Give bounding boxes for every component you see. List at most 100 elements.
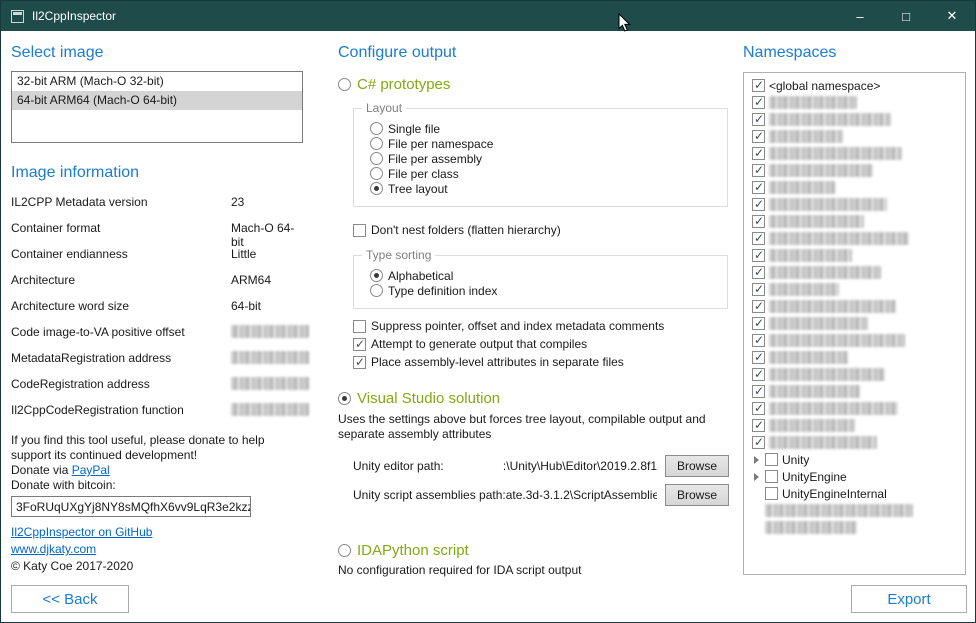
checkbox-option[interactable]: Suppress pointer, offset and index metad… <box>353 317 732 335</box>
info-row: IL2CPP Metadata version23 <box>11 195 303 221</box>
redacted-namespace-label <box>769 96 857 109</box>
browse-editor-button[interactable]: Browse <box>665 455 729 477</box>
csharp-prototypes-label: C# prototypes <box>357 75 450 94</box>
checkbox-icon <box>765 470 778 483</box>
checkbox-option-label: Attempt to generate output that compiles <box>371 337 587 351</box>
idapython-radio[interactable]: IDAPython script <box>338 541 732 560</box>
radio-option[interactable]: Alphabetical <box>370 268 721 283</box>
github-link[interactable]: Il2CppInspector on GitHub <box>11 525 152 539</box>
checkbox-icon <box>752 436 765 449</box>
checkbox-option[interactable]: Place assembly-level attributes in separ… <box>353 353 732 371</box>
paypal-link[interactable]: PayPal <box>72 463 110 477</box>
namespace-item[interactable] <box>744 281 965 298</box>
namespace-item[interactable] <box>744 196 965 213</box>
checkbox-icon <box>353 320 366 333</box>
checkbox-icon <box>752 249 765 262</box>
output-checkboxes: Suppress pointer, offset and index metad… <box>353 317 732 371</box>
checkbox-icon <box>752 266 765 279</box>
left-panel: Select image 32-bit ARM (Mach-O 32-bit)6… <box>11 31 303 622</box>
namespace-item[interactable] <box>744 230 965 247</box>
image-list-item[interactable]: 64-bit ARM64 (Mach-O 64-bit) <box>12 91 302 110</box>
visual-studio-radio[interactable]: Visual Studio solution <box>338 389 732 408</box>
namespace-item[interactable] <box>744 264 965 281</box>
website-link[interactable]: www.djkaty.com <box>11 542 96 556</box>
checkbox-icon <box>752 300 765 313</box>
redacted-namespace-label <box>769 300 896 313</box>
radio-option[interactable]: File per assembly <box>370 151 721 166</box>
donate-text: If you find this tool useful, please don… <box>11 433 301 463</box>
radio-option[interactable]: Tree layout <box>370 181 721 196</box>
checkbox-option[interactable]: Attempt to generate output that compiles <box>353 335 732 353</box>
redacted-namespace-label <box>769 147 902 160</box>
namespace-item[interactable] <box>744 179 965 196</box>
expander-icon[interactable] <box>752 470 761 483</box>
namespace-item[interactable] <box>744 366 965 383</box>
radio-option[interactable]: Type definition index <box>370 283 721 298</box>
checkbox-icon <box>752 232 765 245</box>
namespace-item[interactable] <box>744 349 965 366</box>
bitcoin-address-input[interactable]: 3FoRUqUXgYj8NY8sMQfhX6vv9LqR3e2kzz <box>11 496 251 517</box>
info-label: Code image-to-VA positive offset <box>11 325 231 339</box>
radio-icon <box>370 152 383 165</box>
type-sorting-group-label: Type sorting <box>362 248 435 262</box>
namespace-item[interactable]: Unity <box>744 451 965 468</box>
configure-output-heading: Configure output <box>338 43 732 63</box>
unity-editor-path-value[interactable]: :\Unity\Hub\Editor\2019.2.8f1 <box>444 459 657 473</box>
radio-option-label: Tree layout <box>388 182 448 196</box>
namespace-item[interactable] <box>744 162 965 179</box>
flatten-checkbox[interactable]: Don't nest folders (flatten hierarchy) <box>353 221 732 239</box>
namespace-item[interactable] <box>744 315 965 332</box>
info-value: 64-bit <box>231 299 261 313</box>
redacted-namespace-label <box>769 266 881 279</box>
csharp-prototypes-radio[interactable]: C# prototypes <box>338 75 732 94</box>
checkbox-icon <box>752 334 765 347</box>
titlebar[interactable]: Il2CppInspector – □ ✕ <box>1 1 975 31</box>
namespace-item[interactable] <box>744 128 965 145</box>
namespace-item[interactable] <box>744 213 965 230</box>
namespace-item[interactable] <box>744 332 965 349</box>
namespace-item[interactable]: UnityEngineInternal <box>744 485 965 502</box>
image-listbox[interactable]: 32-bit ARM (Mach-O 32-bit)64-bit ARM64 (… <box>11 71 303 143</box>
checkbox-icon <box>752 351 765 364</box>
namespace-item[interactable] <box>744 519 965 536</box>
namespace-item[interactable]: <global namespace> <box>744 77 965 94</box>
back-button[interactable]: << Back <box>11 585 129 613</box>
radio-icon <box>370 269 383 282</box>
image-information-heading: Image information <box>11 163 303 183</box>
info-label: MetadataRegistration address <box>11 351 231 365</box>
redacted-namespace-label <box>769 181 835 194</box>
app-icon <box>11 10 24 23</box>
maximize-button[interactable]: □ <box>883 1 929 31</box>
namespace-item[interactable]: UnityEngine <box>744 468 965 485</box>
namespace-item[interactable] <box>744 247 965 264</box>
namespace-item[interactable] <box>744 298 965 315</box>
namespace-item[interactable] <box>744 400 965 417</box>
radio-option[interactable]: File per class <box>370 166 721 181</box>
indent-spacer <box>752 527 761 528</box>
export-button[interactable]: Export <box>851 585 967 613</box>
namespace-list[interactable]: <global namespace> UnityUnityEngineUnityE… <box>743 72 966 575</box>
checkbox-icon <box>752 419 765 432</box>
checkbox-icon <box>752 79 765 92</box>
radio-icon <box>370 167 383 180</box>
unity-script-path-value[interactable]: ate.3d-3.1.2\ScriptAssemblies <box>506 488 657 502</box>
image-list-item[interactable]: 32-bit ARM (Mach-O 32-bit) <box>12 72 302 91</box>
namespace-item[interactable] <box>744 145 965 162</box>
namespace-item[interactable] <box>744 434 965 451</box>
info-row: CodeRegistration address <box>11 377 303 403</box>
namespace-item[interactable] <box>744 94 965 111</box>
radio-option[interactable]: File per namespace <box>370 136 721 151</box>
expander-icon[interactable] <box>752 453 761 466</box>
info-label: Container format <box>11 221 231 235</box>
minimize-button[interactable]: – <box>837 1 883 31</box>
redacted-namespace-label <box>769 130 843 143</box>
radio-option[interactable]: Single file <box>370 121 721 136</box>
namespace-item[interactable] <box>744 111 965 128</box>
info-row: MetadataRegistration address <box>11 351 303 377</box>
redacted-namespace-label <box>769 232 909 245</box>
browse-script-button[interactable]: Browse <box>665 484 729 506</box>
close-button[interactable]: ✕ <box>929 1 975 31</box>
namespace-item[interactable] <box>744 417 965 434</box>
namespace-item[interactable] <box>744 502 965 519</box>
namespace-item[interactable] <box>744 383 965 400</box>
